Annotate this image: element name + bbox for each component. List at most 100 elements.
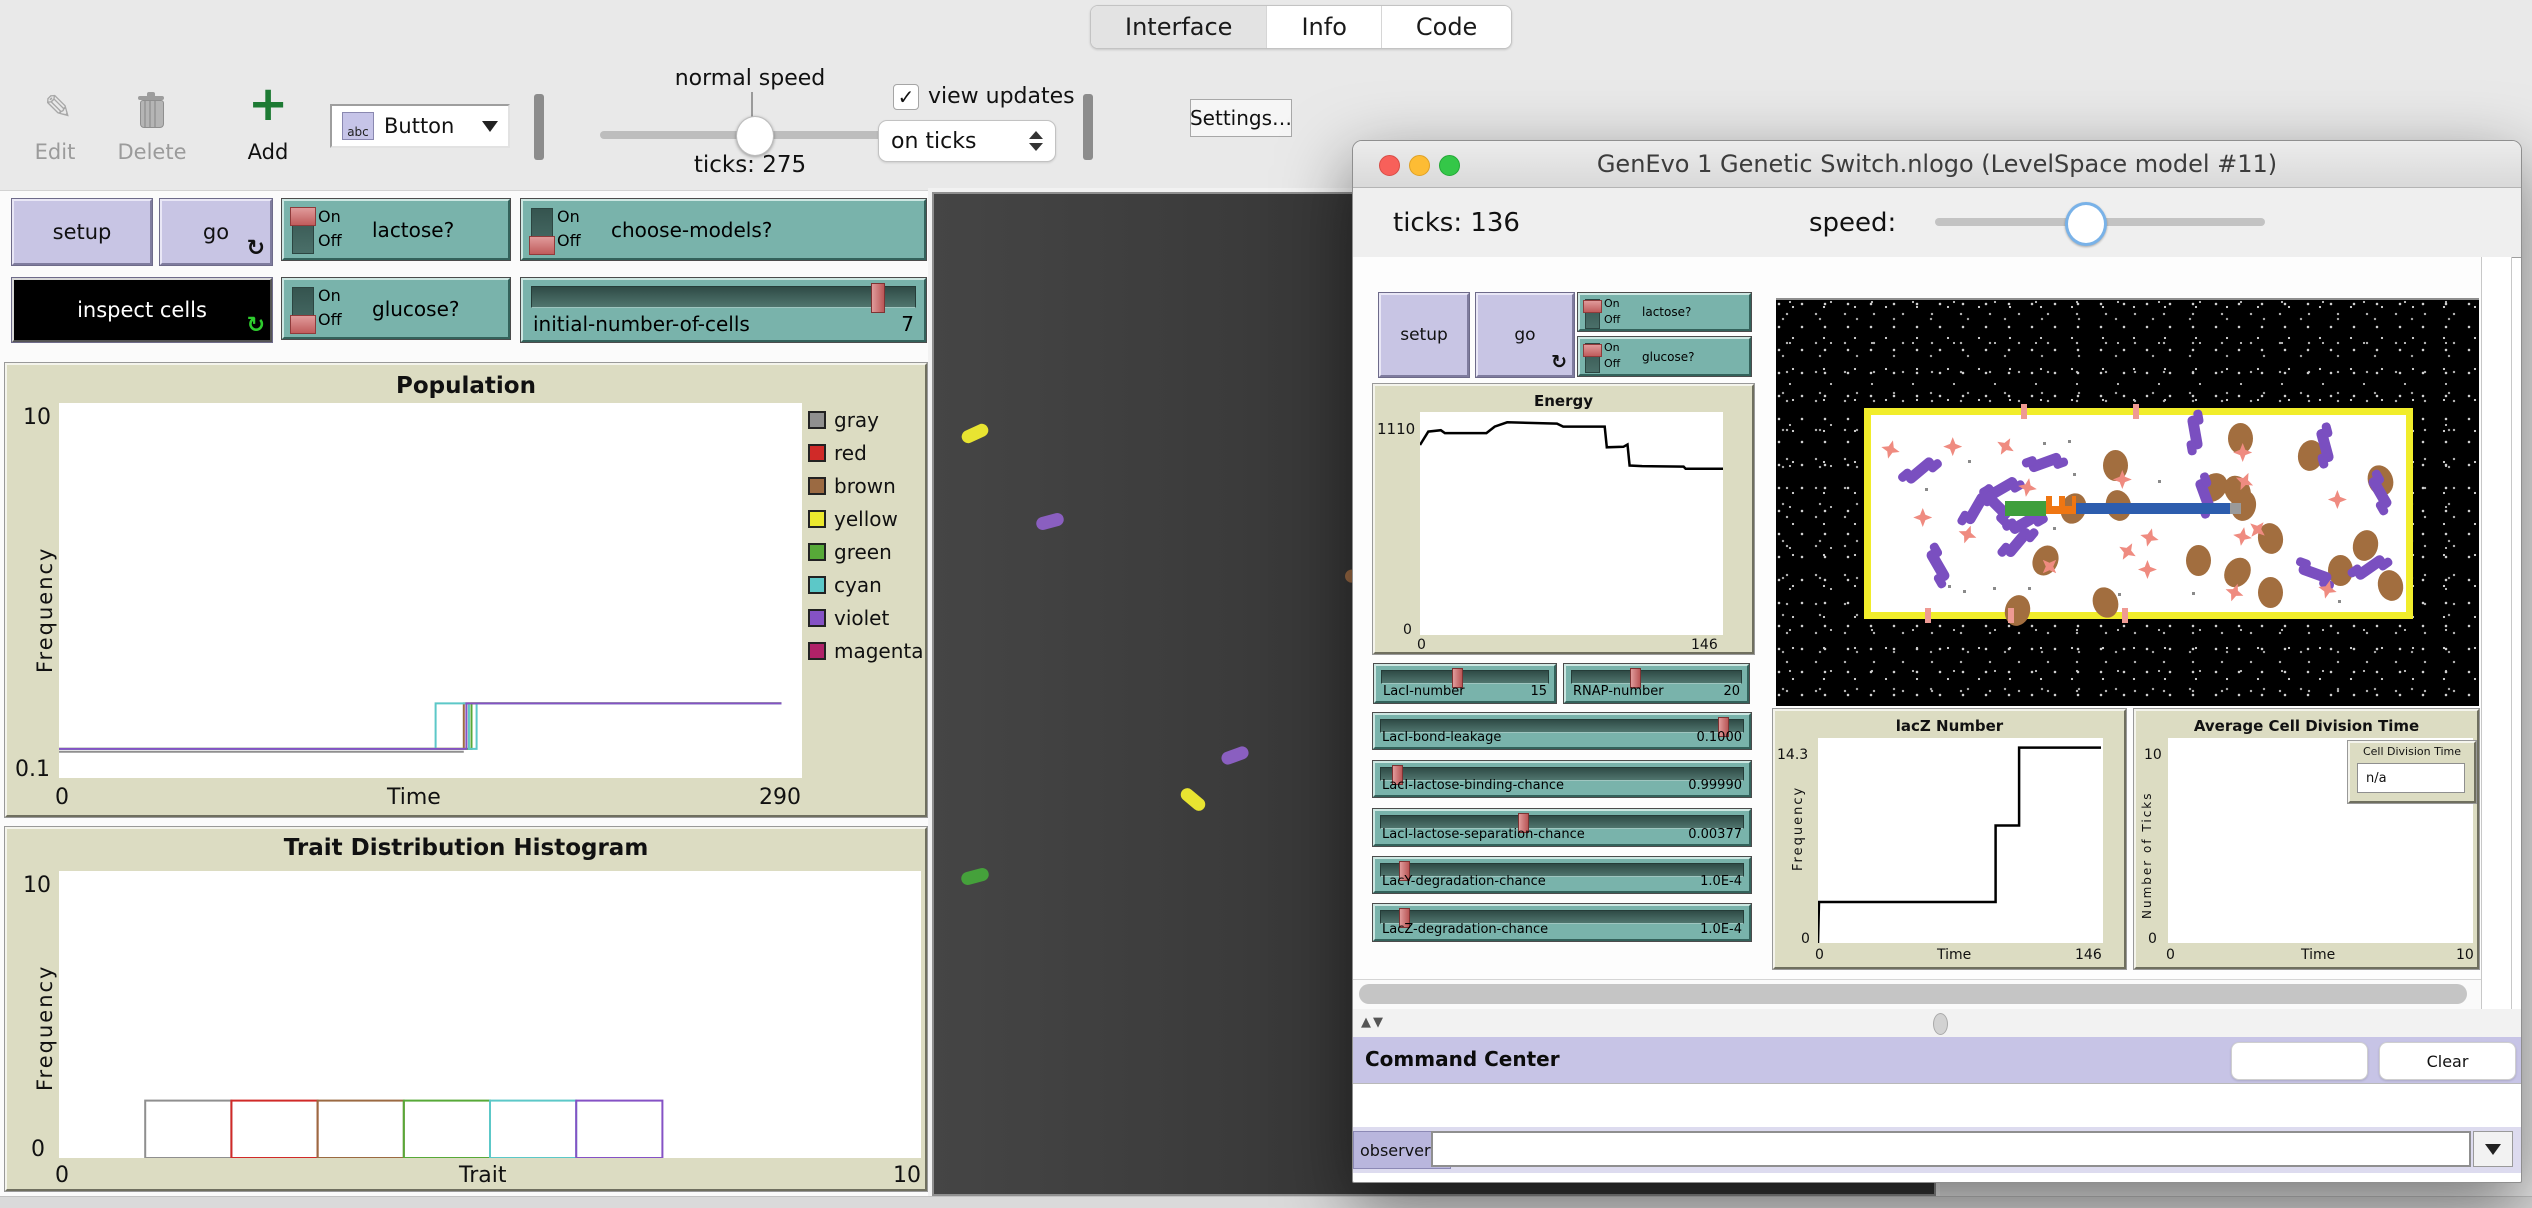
switch-knob[interactable] [1583, 300, 1602, 313]
lactose-molecule [1943, 437, 1963, 457]
toolbar-separator [534, 94, 544, 160]
add-button[interactable]: Add [228, 140, 308, 164]
model-toolbar: ticks: 136 speed: [1353, 188, 2521, 258]
plot-title: Trait Distribution Histogram [283, 835, 649, 861]
lactose-switch[interactable]: On Off lactose? [281, 198, 511, 261]
netlogo-app: Interface Info Code ✎ Edit Delete + Add … [0, 0, 2532, 1208]
switch-knob[interactable] [1583, 344, 1602, 357]
mrna-speck [2042, 441, 2046, 445]
rnap-number-slider[interactable]: RNAP-number 20 [1563, 663, 1750, 704]
y-axis-label: Frequency [33, 546, 57, 674]
add-plus-icon[interactable]: + [248, 80, 288, 128]
speed-slider-thumb[interactable] [2065, 202, 2107, 246]
vertical-scrollbar[interactable] [2481, 257, 2512, 1119]
choose-models-switch[interactable]: On Off choose-models? [520, 198, 927, 261]
clear-button[interactable]: Clear [2379, 1042, 2516, 1080]
lactose-switch[interactable]: On Off lactose? [1577, 292, 1752, 332]
laci-number-slider[interactable]: LacI-number 15 [1373, 663, 1557, 704]
edit-pencil-icon[interactable]: ✎ [44, 88, 73, 128]
widget-type-value: Button [384, 114, 455, 138]
dropdown-arrow-icon [2485, 1143, 2501, 1155]
lacy-transporter [2020, 404, 2027, 419]
settings-button[interactable]: Settings… [1190, 99, 1292, 137]
splitter-handle-icon[interactable] [1933, 1013, 1948, 1035]
command-center-splitter[interactable]: ▲▼ [1353, 1009, 2521, 1037]
laci-protein [1924, 548, 1952, 583]
y-axis-label: Number of Ticks [2140, 791, 2154, 920]
y-axis-label: Frequency [1791, 785, 1806, 871]
x-axis-label: Time [387, 785, 441, 810]
tab-info[interactable]: Info [1267, 6, 1382, 48]
laci-lactose-binding-chance-slider[interactable]: LacI-lactose-binding-chance 0.99990 [1372, 760, 1752, 798]
lacz-degradation-chance-slider[interactable]: LacZ-degradation-chance 1.0E-4 [1372, 903, 1752, 942]
switch-track [529, 208, 555, 255]
command-center-input-row: observer> [1353, 1127, 2521, 1173]
laci-protein [1903, 455, 1937, 486]
speed-slider-label: speed: [1809, 208, 1897, 238]
glucose-switch[interactable]: On Off glucose? [281, 277, 511, 340]
glucose-switch[interactable]: On Off glucose? [1577, 336, 1752, 377]
legend-item-brown: brown [808, 469, 926, 502]
scrollbar-thumb[interactable] [1359, 984, 2467, 1004]
switch-knob[interactable] [290, 315, 316, 334]
switch-label: choose-models? [611, 217, 773, 242]
energy-plot: Energy 1110 0 0 146 [1372, 383, 1755, 655]
widget-type-dropdown[interactable]: abc Button [330, 104, 510, 148]
go-button[interactable]: go ↻ [159, 198, 273, 266]
delete-button[interactable]: Delete [112, 140, 192, 164]
x-axis-label: Time [1937, 947, 1972, 963]
rnap-molecule [2088, 583, 2123, 622]
window-titlebar[interactable]: GenEvo 1 Genetic Switch.nlogo (LevelSpac… [1353, 141, 2521, 188]
mrna-speck [1967, 459, 1971, 463]
plot-canvas [59, 403, 802, 778]
forever-icon: ↻ [1551, 351, 1567, 373]
export-button[interactable] [2231, 1042, 2368, 1080]
command-input[interactable] [1431, 1131, 2471, 1167]
lactose-molecule [2327, 490, 2347, 510]
view-updates-label: view updates [928, 84, 1075, 109]
laci-lactose-separation-chance-slider[interactable]: LacI-lactose-separation-chance 0.00377 [1372, 808, 1752, 847]
tab-interface[interactable]: Interface [1091, 6, 1268, 48]
slider-handle[interactable] [871, 283, 885, 313]
speed-slider-center-tick [751, 92, 753, 118]
update-mode-dropdown[interactable]: on ticks [878, 120, 1056, 162]
bacterium-cell [959, 866, 991, 887]
lacy-degradation-chance-slider[interactable]: LacY-degradation-chance 1.0E-4 [1372, 856, 1752, 894]
population-plot: Population 10 Frequency 0.1 0 Time 290 g… [4, 362, 928, 818]
mrna-speck [2073, 472, 2077, 476]
switch-track [290, 207, 316, 254]
lactose-molecule [2137, 559, 2157, 579]
switch-knob[interactable] [529, 236, 555, 255]
trash-icon[interactable] [138, 92, 164, 128]
tab-code[interactable]: Code [1381, 6, 1512, 48]
horizontal-scrollbar[interactable] [1353, 979, 2481, 1010]
rnap-molecule [2257, 576, 2283, 608]
go-button[interactable]: go ↻ [1475, 292, 1575, 378]
view-updates-checkbox[interactable]: ✓ [893, 84, 919, 110]
setup-button[interactable]: setup [11, 198, 153, 266]
switch-knob[interactable] [290, 207, 316, 226]
lacy-transporter [2122, 608, 2129, 623]
speed-slider-thumb[interactable] [736, 116, 774, 156]
splitter-arrows-icon[interactable]: ▲▼ [1361, 1015, 1385, 1030]
legend-swatch [808, 476, 826, 495]
edit-button[interactable]: Edit [20, 140, 90, 164]
legend-swatch [808, 443, 826, 462]
dna-segment-gene [2075, 502, 2230, 514]
slider-track[interactable] [531, 283, 916, 313]
legend-item-red: red [808, 436, 926, 469]
legend-item-cyan: cyan [808, 568, 926, 601]
laci-bond-leakage-slider[interactable]: LacI-bond-leakage 0.1000 [1372, 712, 1752, 750]
bacterium-cell [1178, 785, 1208, 814]
lacy-transporter [2133, 404, 2140, 419]
laci-protein [1963, 490, 1990, 526]
x-axis-label: Time [2301, 947, 2336, 963]
rnap-molecule [2186, 545, 2212, 577]
setup-button[interactable]: setup [1378, 292, 1470, 378]
command-history-dropdown[interactable] [2473, 1131, 2513, 1167]
update-mode-value: on ticks [891, 128, 977, 154]
legend-item-yellow: yellow [808, 502, 926, 535]
inspect-cells-button[interactable]: inspect cells ↻ [11, 277, 273, 343]
initial-number-of-cells-slider[interactable]: initial-number-of-cells 7 [520, 277, 927, 343]
lactose-molecule [1913, 507, 1933, 527]
